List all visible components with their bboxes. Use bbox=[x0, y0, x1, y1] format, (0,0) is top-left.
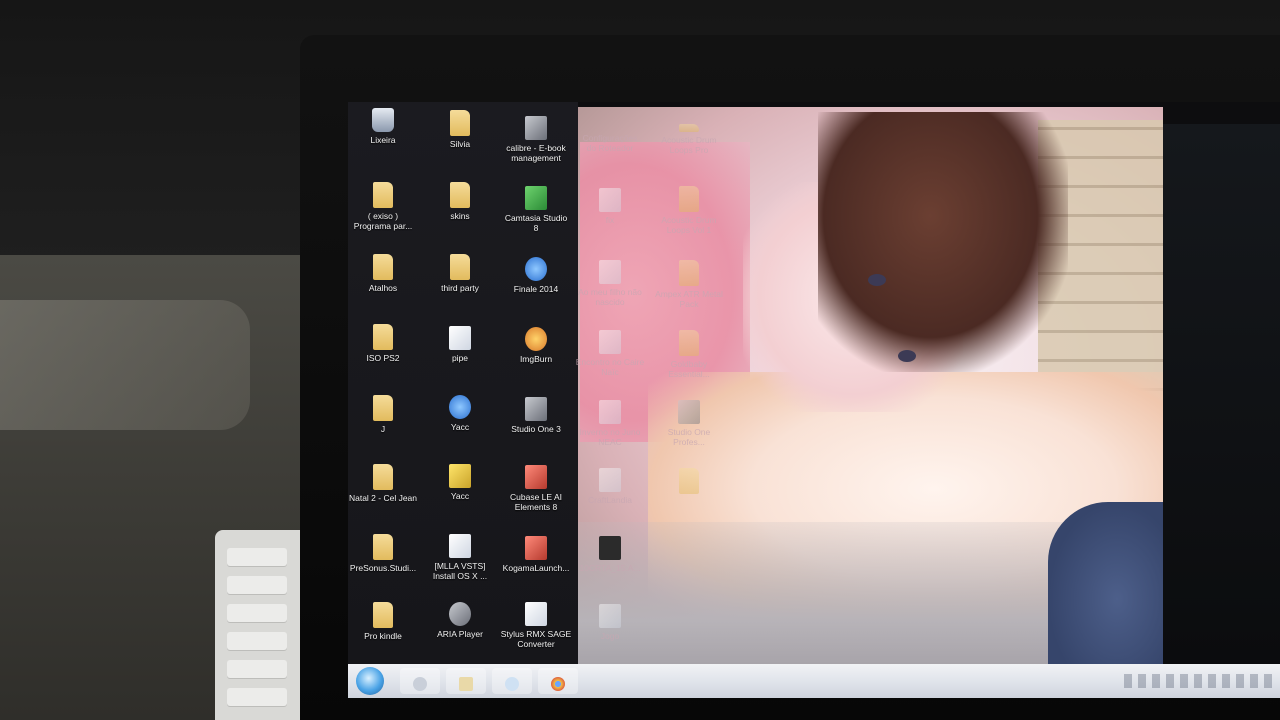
app-icon bbox=[525, 602, 547, 626]
desktop-icon-encontro[interactable]: Encontro no Caire Naïc bbox=[565, 330, 655, 377]
finale-icon bbox=[525, 257, 547, 281]
explorer-icon bbox=[413, 677, 427, 691]
desktop-icon-label: fix bbox=[605, 215, 615, 225]
keyboard-key bbox=[227, 688, 287, 706]
desktop-icon-label: Inverno no Juno NEAC bbox=[579, 427, 641, 447]
taskbar bbox=[348, 664, 1280, 698]
calibre-icon bbox=[525, 116, 547, 140]
desktop-icon-10crta[interactable]: 10CRTA_15.A... bbox=[565, 536, 655, 573]
studio-one-icon bbox=[525, 397, 547, 421]
app-icon bbox=[678, 400, 700, 424]
keyboard-key bbox=[227, 604, 287, 622]
imgburn-icon bbox=[525, 327, 547, 351]
app-icon bbox=[599, 536, 621, 560]
app-icon bbox=[525, 536, 547, 560]
folder-icon bbox=[450, 182, 470, 208]
keyboard-key bbox=[227, 548, 287, 566]
taskbar-button-media[interactable] bbox=[492, 668, 532, 694]
desktop-icon-acoustic-drum-pro[interactable]: Acoustic Drum Loops Pro bbox=[644, 124, 734, 155]
desktop-icon-inverno[interactable]: Inverno no Juno NEAC bbox=[565, 400, 655, 447]
app-icon bbox=[449, 326, 471, 350]
keyboard bbox=[215, 530, 300, 720]
document-icon bbox=[599, 468, 621, 492]
folder-icon bbox=[373, 254, 393, 280]
desktop-icon-goldbaby[interactable]: Goldbaby Essential... bbox=[644, 330, 734, 379]
keyboard-key bbox=[227, 660, 287, 678]
folder-icon bbox=[373, 602, 393, 628]
wallpaper-eye bbox=[898, 350, 916, 362]
taskbar-button-explorer[interactable] bbox=[400, 668, 440, 694]
desktop-icon-unlabeled[interactable] bbox=[644, 468, 734, 497]
desktop-icon-studio-one-prof[interactable]: Studio One Profes... bbox=[644, 400, 734, 447]
desktop-icon-configuracoes[interactable]: Configurações do Roteador bbox=[565, 116, 655, 153]
document-icon bbox=[599, 116, 621, 130]
folder-icon bbox=[679, 468, 699, 494]
desktop-icon-craftlandia[interactable]: CraftLandia bbox=[565, 468, 655, 505]
media-icon bbox=[505, 677, 519, 691]
document-icon bbox=[599, 188, 621, 212]
chrome-icon bbox=[551, 677, 565, 691]
folder-icon bbox=[373, 395, 393, 421]
document-icon bbox=[599, 260, 621, 284]
app-icon bbox=[449, 395, 471, 419]
desktop-icon-ao-meu-filho[interactable]: Ao meu filho não nascido bbox=[565, 260, 655, 307]
wallpaper-eye bbox=[868, 274, 886, 286]
keyboard-key bbox=[227, 632, 287, 650]
desktop-icon-ampex[interactable]: Ampex ATR Metal Pack bbox=[644, 260, 734, 309]
desktop-icon-label: 10CRTA_15.A... bbox=[579, 563, 641, 573]
desktop-icon-acoustic-drum-vol1[interactable]: Acoustic Drum Loops Vol 1 bbox=[644, 186, 734, 235]
folder-icon bbox=[373, 534, 393, 560]
system-tray[interactable] bbox=[1124, 674, 1274, 688]
desktop-icon-fix[interactable]: fix bbox=[565, 188, 655, 225]
folder-icon bbox=[679, 260, 699, 286]
taskbar-button-chrome[interactable] bbox=[538, 668, 578, 694]
camtasia-icon bbox=[525, 186, 547, 210]
document-icon bbox=[599, 330, 621, 354]
desktop-icon-label: Studio One Profes... bbox=[667, 427, 711, 447]
folder-icon bbox=[373, 464, 393, 490]
folder-icon bbox=[459, 677, 473, 691]
desktop-icon-label: Jogo bbox=[600, 631, 620, 641]
desktop-icon-label: Configurações do Roteador bbox=[582, 133, 638, 153]
taskbar-button-folder[interactable] bbox=[446, 668, 486, 694]
folder-icon bbox=[450, 254, 470, 280]
folder-icon bbox=[679, 330, 699, 356]
desktop-icon-label: Ao meu filho não nascido bbox=[578, 287, 642, 307]
desktop-icon-jogo[interactable]: Jogo bbox=[565, 604, 655, 641]
desktop-icon-label: Acoustic Drum Loops Pro bbox=[661, 135, 717, 155]
cubase-icon bbox=[525, 465, 547, 489]
desktop-icon-label: Encontro no Caire Naïc bbox=[575, 357, 645, 377]
app-icon bbox=[449, 602, 471, 626]
folder-icon bbox=[450, 110, 470, 136]
desktop-icon-label: Ampex ATR Metal Pack bbox=[655, 289, 723, 309]
help-icon bbox=[449, 464, 471, 488]
recycle-bin-icon bbox=[372, 108, 394, 132]
laptop-screen: Lixeira ( exiso ) Programa par... Atalho… bbox=[348, 102, 1280, 698]
desktop-icon-label: Acoustic Drum Loops Vol 1 bbox=[661, 215, 717, 235]
desktop-icon-label: Goldbaby Essential... bbox=[668, 359, 710, 379]
wallpaper-jeans bbox=[1048, 502, 1163, 664]
desktop-icon-label: CraftLandia bbox=[588, 495, 632, 505]
document-icon bbox=[599, 604, 621, 628]
folder-icon bbox=[373, 182, 393, 208]
paper-sheet bbox=[0, 300, 250, 430]
folder-icon bbox=[679, 186, 699, 212]
keyboard-key bbox=[227, 576, 287, 594]
start-orb-icon[interactable] bbox=[356, 667, 384, 695]
screen-right-dark-panel bbox=[1163, 124, 1280, 664]
folder-icon bbox=[679, 124, 699, 132]
folder-icon bbox=[373, 324, 393, 350]
document-icon bbox=[449, 534, 471, 558]
wallpaper-child-hair bbox=[818, 112, 1068, 372]
document-icon bbox=[599, 400, 621, 424]
